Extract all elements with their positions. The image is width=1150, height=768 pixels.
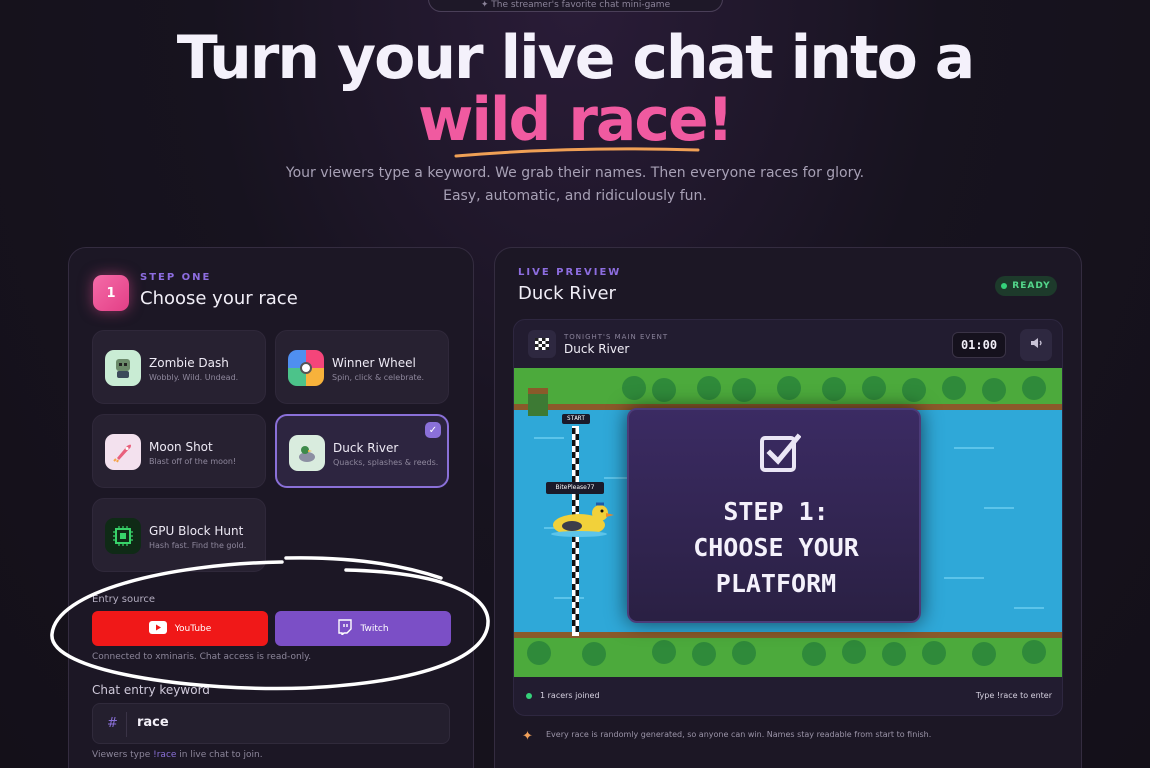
- join-note-keyword: !race: [153, 750, 177, 760]
- overlay-text: STEP 1: CHOOSE YOUR PLATFORM: [629, 494, 923, 602]
- join-note-prefix: Viewers type: [92, 750, 154, 760]
- keyword-input[interactable]: # race: [92, 703, 450, 744]
- rocket-icon: [105, 434, 141, 470]
- step-eyebrow: STEP ONE: [140, 272, 212, 283]
- race-desc: Hash fast. Find the gold.: [149, 541, 247, 550]
- preview-title: Duck River: [518, 283, 616, 304]
- youtube-label: YouTube: [174, 623, 212, 634]
- hero-subtitle-2: Easy, automatic, and ridiculously fun.: [443, 188, 707, 204]
- race-preview: TONIGHT'S MAIN EVENT Duck River 01:00 ST…: [513, 319, 1063, 716]
- race-name: GPU Block Hunt: [149, 524, 244, 538]
- overlay-line-1: STEP 1:: [723, 497, 829, 526]
- hero-title-accent: wild race!: [417, 85, 734, 155]
- input-divider: [126, 712, 127, 737]
- wheel-icon: [288, 350, 324, 386]
- race-option-duck-river[interactable]: Duck River Quacks, splashes & reeds. ✓: [275, 414, 449, 488]
- join-note-suffix: in live chat to join.: [176, 750, 263, 760]
- sparkle-icon: ✦: [522, 729, 533, 744]
- hero-underline: [454, 147, 700, 158]
- race-name: Moon Shot: [149, 440, 213, 454]
- event-eyebrow: TONIGHT'S MAIN EVENT: [564, 333, 669, 341]
- status-dot-icon: [1001, 283, 1008, 289]
- preview-eyebrow: LIVE PREVIEW: [518, 267, 622, 278]
- racer-name-tag: BitePlease77: [555, 484, 595, 491]
- event-title: Duck River: [564, 342, 630, 356]
- race-name: Zombie Dash: [149, 356, 229, 370]
- keyword-value: race: [137, 715, 169, 730]
- overlay-line-3: PLATFORM: [715, 569, 837, 598]
- race-timer: 01:00: [952, 332, 1006, 358]
- start-label: START: [566, 415, 586, 422]
- step-badge: 1: [93, 275, 129, 311]
- twitch-icon: [337, 619, 353, 638]
- fairness-disclaimer: Every race is randomly generated, so any…: [546, 730, 932, 739]
- race-option-zombie-dash[interactable]: Zombie Dash Wobbly. Wild. Undead.: [92, 330, 266, 404]
- racers-joined: 1 racers joined: [526, 691, 600, 700]
- race-option-winner-wheel[interactable]: Winner Wheel Spin, click & celebrate.: [275, 330, 449, 404]
- overlay-line-2: CHOOSE YOUR: [693, 533, 859, 562]
- race-desc: Quacks, splashes & reeds.: [333, 458, 439, 467]
- preview-footer: 1 racers joined Type !race to enter: [514, 677, 1062, 715]
- selected-check-icon: ✓: [425, 422, 441, 438]
- speaker-icon: [1029, 336, 1043, 354]
- entry-source-label: Entry source: [92, 594, 155, 605]
- keyword-label: Chat entry keyword: [92, 683, 210, 697]
- race-desc: Spin, click & celebrate.: [332, 373, 425, 382]
- race-desc: Blast off of the moon!: [149, 457, 237, 466]
- connected-note: Connected to xminaris. Chat access is re…: [92, 652, 312, 662]
- checkered-flag-icon: [528, 330, 556, 358]
- sound-toggle-button[interactable]: [1020, 329, 1052, 361]
- race-option-gpu-block-hunt[interactable]: GPU Block Hunt Hash fast. Find the gold.: [92, 498, 266, 572]
- preview-header: TONIGHT'S MAIN EVENT Duck River 01:00: [514, 320, 1062, 368]
- tagline-pill: ✦ The streamer's favorite chat mini-game: [428, 0, 723, 12]
- race-name: Winner Wheel: [332, 356, 416, 370]
- hero-subtitle-1: Your viewers type a keyword. We grab the…: [285, 165, 865, 181]
- duck-icon: [289, 435, 325, 471]
- zombie-icon: [105, 350, 141, 386]
- twitch-source-button[interactable]: Twitch: [275, 611, 451, 646]
- joined-dot-icon: [526, 692, 532, 699]
- join-note: Viewers type !race in live chat to join.: [92, 750, 263, 760]
- race-desc: Wobbly. Wild. Undead.: [149, 373, 239, 382]
- youtube-source-button[interactable]: YouTube: [92, 611, 268, 646]
- status-text: READY: [1012, 281, 1051, 291]
- checkbox-icon: [760, 433, 801, 472]
- race-track: START BitePlease77 STEP 1: CHOOSE YOUR P…: [514, 368, 1062, 677]
- step-overlay: STEP 1: CHOOSE YOUR PLATFORM: [627, 408, 921, 623]
- twitch-label: Twitch: [360, 623, 389, 634]
- youtube-icon: [148, 620, 167, 637]
- race-option-moon-shot[interactable]: Moon Shot Blast off of the moon!: [92, 414, 266, 488]
- chip-icon: [105, 518, 141, 554]
- section-title: Choose your race: [140, 288, 298, 309]
- type-hint: Type !race to enter: [975, 691, 1052, 700]
- racers-joined-text: 1 racers joined: [540, 691, 600, 700]
- hash-icon: #: [107, 716, 118, 731]
- status-badge: READY: [995, 276, 1057, 296]
- race-name: Duck River: [333, 441, 399, 455]
- hero-title: Turn your live chat into a: [176, 23, 976, 93]
